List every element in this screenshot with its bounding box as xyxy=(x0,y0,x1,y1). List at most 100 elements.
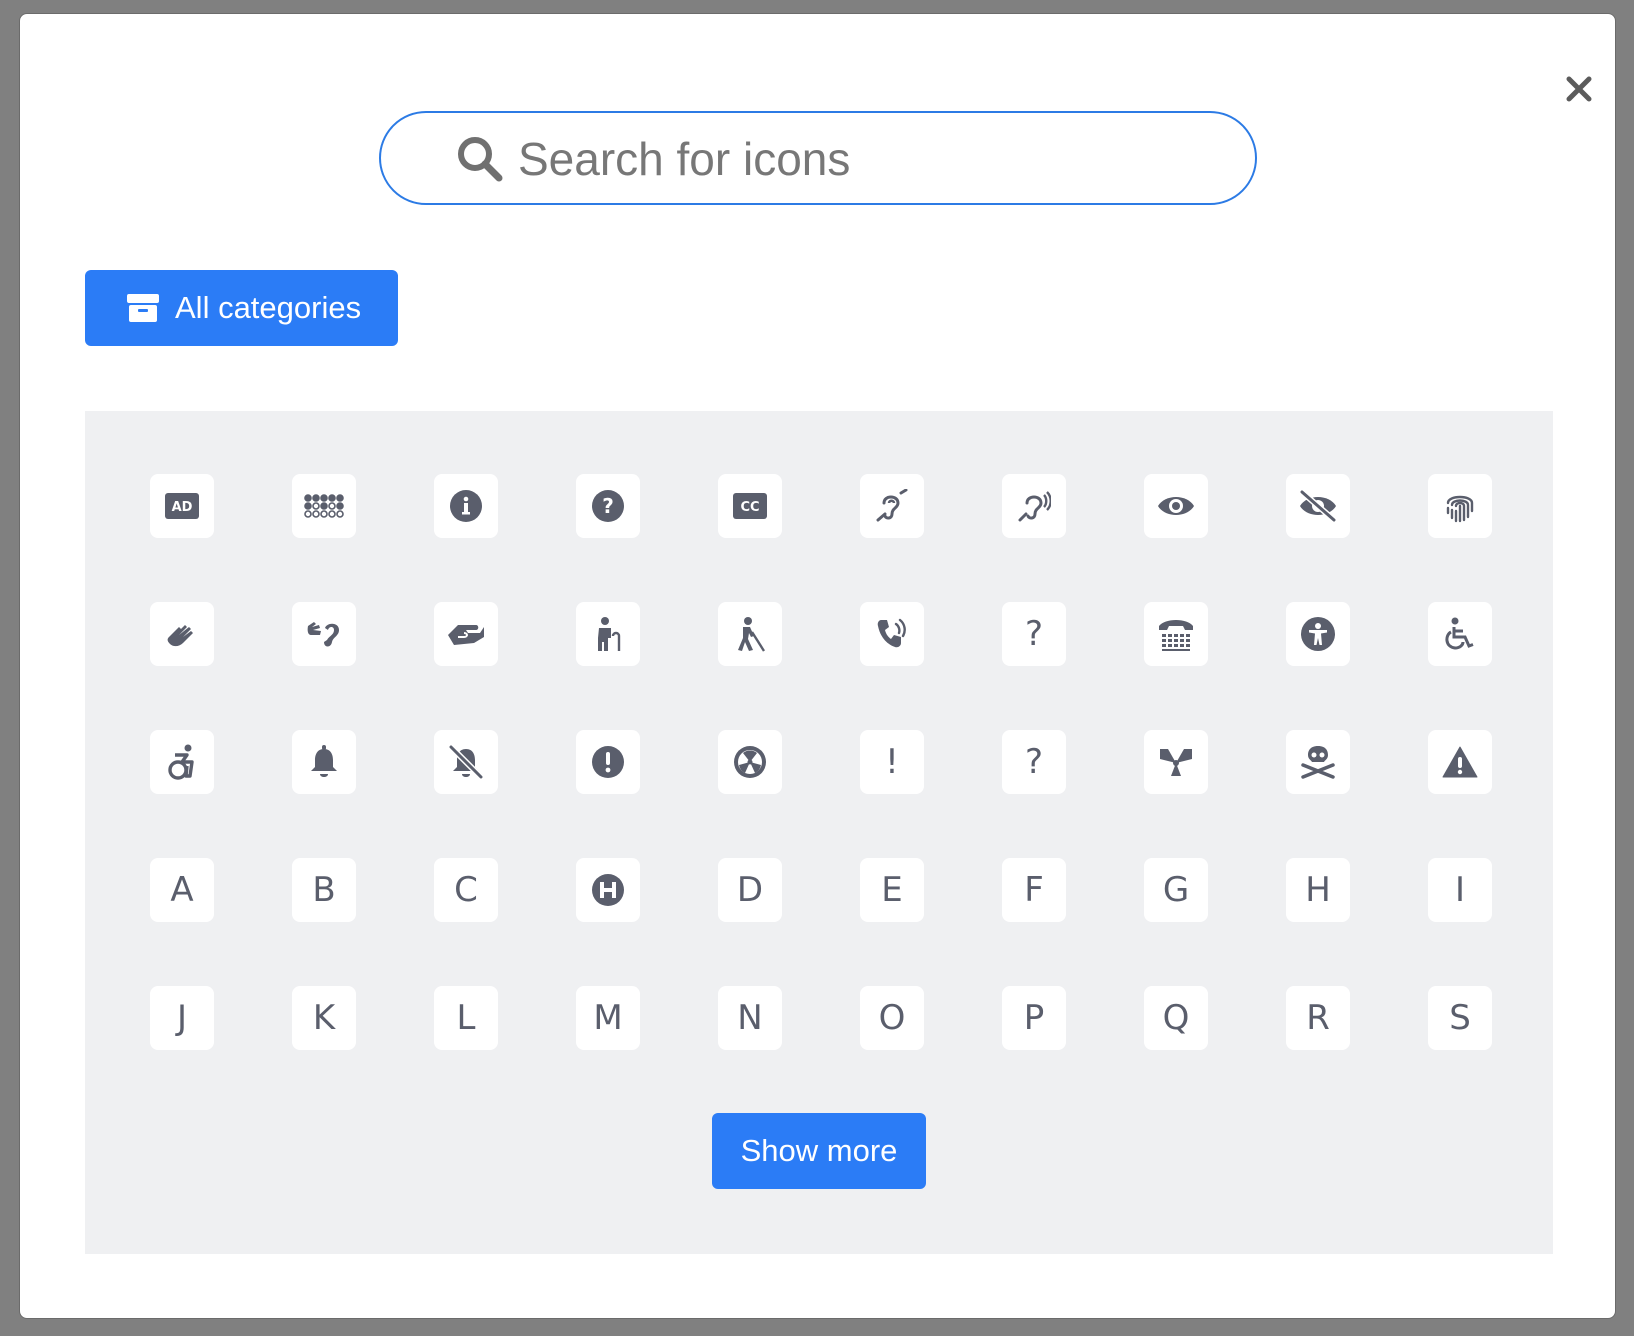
phone-volume-icon xyxy=(875,617,909,651)
icon-tile[interactable]: Q xyxy=(1144,986,1208,1050)
universal-access-icon xyxy=(1301,617,1335,651)
letter-d-icon: D xyxy=(736,870,764,910)
icon-tile[interactable]: B xyxy=(292,858,356,922)
icon-tile[interactable] xyxy=(292,602,356,666)
letter-a-icon: A xyxy=(170,870,194,910)
letter-n-icon: N xyxy=(737,998,763,1038)
icon-tile[interactable] xyxy=(1002,474,1066,538)
person-cane-icon xyxy=(593,616,623,652)
icon-tile[interactable]: M xyxy=(576,986,640,1050)
skull-crossbones-icon xyxy=(1300,745,1336,779)
icon-tile[interactable] xyxy=(576,858,640,922)
icon-tile[interactable]: ? xyxy=(1002,730,1066,794)
fingerprint-icon xyxy=(1443,489,1477,523)
icon-tile[interactable]: D xyxy=(718,858,782,922)
icon-tile[interactable]: L xyxy=(434,986,498,1050)
icon-tile[interactable]: E xyxy=(860,858,924,922)
assistive-listening-icon xyxy=(1017,489,1051,523)
svg-text:AD: AD xyxy=(172,500,193,515)
icon-tile[interactable] xyxy=(1286,730,1350,794)
icon-tile[interactable]: A xyxy=(150,858,214,922)
icon-tile[interactable]: K xyxy=(292,986,356,1050)
icon-tile[interactable] xyxy=(150,730,214,794)
exclamation-icon: ! xyxy=(885,742,899,782)
archive-box-icon xyxy=(127,294,159,322)
question-mark-icon: ? xyxy=(1024,742,1044,782)
icon-tile[interactable]: I xyxy=(1428,858,1492,922)
letter-p-icon: P xyxy=(1023,998,1045,1038)
letter-i-icon: I xyxy=(1454,870,1466,910)
icon-tile[interactable] xyxy=(434,474,498,538)
icon-tile[interactable] xyxy=(718,730,782,794)
icon-tile[interactable]: F xyxy=(1002,858,1066,922)
sign-language-icon xyxy=(165,617,199,651)
search-field[interactable] xyxy=(379,111,1257,205)
icon-tile[interactable] xyxy=(150,602,214,666)
all-categories-button[interactable]: All categories xyxy=(85,270,398,346)
icon-tile[interactable] xyxy=(718,602,782,666)
show-more-button[interactable]: Show more xyxy=(712,1113,926,1189)
bell-slash-icon xyxy=(448,745,484,779)
info-circle-icon xyxy=(450,490,482,522)
icon-tile[interactable] xyxy=(434,730,498,794)
icon-tile[interactable]: ? xyxy=(576,474,640,538)
icon-tile[interactable]: H xyxy=(1286,858,1350,922)
icon-tile[interactable]: N xyxy=(718,986,782,1050)
letter-q-icon: Q xyxy=(1162,998,1190,1038)
close-icon xyxy=(1566,76,1592,102)
circle-exclamation-icon xyxy=(592,746,624,778)
icon-tile[interactable]: G xyxy=(1144,858,1208,922)
icon-tile[interactable]: ? xyxy=(1002,602,1066,666)
icon-tile[interactable] xyxy=(434,602,498,666)
eye-slash-icon xyxy=(1298,490,1338,522)
icon-tile[interactable]: S xyxy=(1428,986,1492,1050)
search-input[interactable] xyxy=(516,123,1200,195)
letter-c-icon: C xyxy=(454,870,478,910)
icon-tile[interactable]: R xyxy=(1286,986,1350,1050)
letter-m-icon: M xyxy=(593,998,623,1038)
icon-tile[interactable] xyxy=(576,730,640,794)
wheelchair-icon xyxy=(1443,617,1477,651)
icon-tile[interactable]: P xyxy=(1002,986,1066,1050)
tty-icon xyxy=(1157,617,1195,651)
letter-j-icon: J xyxy=(176,998,188,1038)
close-button[interactable] xyxy=(1558,68,1600,110)
icon-tile[interactable] xyxy=(576,602,640,666)
icon-tile[interactable] xyxy=(1144,474,1208,538)
icon-tile[interactable]: CC xyxy=(718,474,782,538)
all-categories-label: All categories xyxy=(175,290,362,325)
icon-tile[interactable] xyxy=(1286,474,1350,538)
person-walking-with-cane-icon xyxy=(734,616,766,652)
letter-l-icon: L xyxy=(456,998,476,1038)
icon-tile[interactable] xyxy=(1428,730,1492,794)
icon-grid: AD? CC?!? A B C D E F G H I J K L M N O P Q R S xyxy=(150,474,1492,1050)
letter-f-icon: F xyxy=(1024,870,1044,910)
icon-tile[interactable] xyxy=(1428,602,1492,666)
icon-tile[interactable]: O xyxy=(860,986,924,1050)
letter-b-icon: B xyxy=(312,870,336,910)
icon-tile[interactable]: J xyxy=(150,986,214,1050)
bell-icon xyxy=(309,745,339,779)
triangle-exclamation-icon xyxy=(1442,746,1478,778)
letter-o-icon: O xyxy=(878,998,906,1038)
icon-tile[interactable] xyxy=(292,730,356,794)
icon-tile[interactable]: ! xyxy=(860,730,924,794)
american-sign-language-icon xyxy=(305,618,343,650)
icon-tile[interactable] xyxy=(860,474,924,538)
question-circle-icon: ? xyxy=(592,490,624,522)
letter-s-icon: S xyxy=(1449,998,1471,1038)
closed-captioning-icon: CC xyxy=(733,493,767,519)
icon-tile[interactable]: C xyxy=(434,858,498,922)
hospital-h-icon xyxy=(592,874,624,906)
icon-tile[interactable]: AD xyxy=(150,474,214,538)
icon-tile[interactable] xyxy=(1428,474,1492,538)
icon-tile[interactable] xyxy=(860,602,924,666)
icon-tile[interactable] xyxy=(292,474,356,538)
deaf-icon xyxy=(875,489,909,523)
icon-tile[interactable] xyxy=(1144,602,1208,666)
icon-tile[interactable] xyxy=(1286,602,1350,666)
question-icon: ? xyxy=(1024,614,1044,654)
eye-icon xyxy=(1157,493,1195,519)
radiation-circle-icon xyxy=(734,746,766,778)
icon-tile[interactable] xyxy=(1144,730,1208,794)
